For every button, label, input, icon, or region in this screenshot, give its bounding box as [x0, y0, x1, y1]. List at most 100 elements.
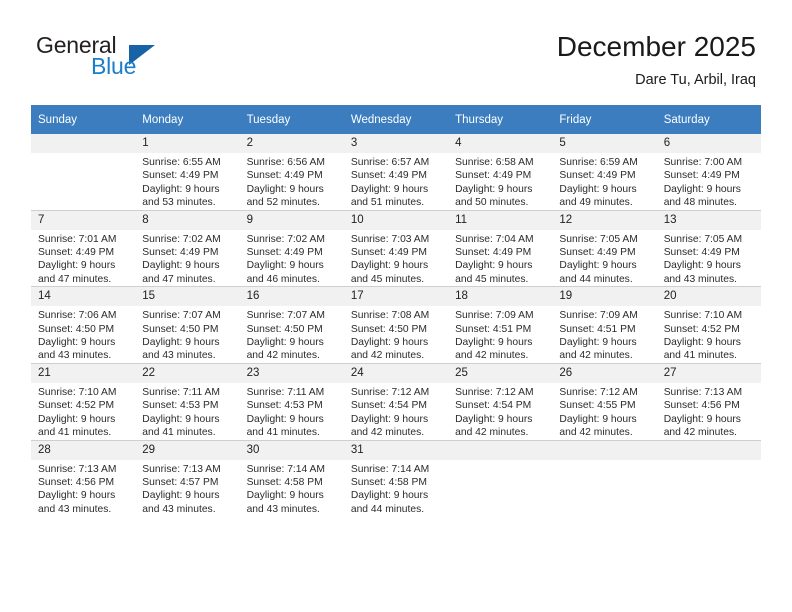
sunset-time: Sunset: 4:49 PM: [350, 247, 427, 259]
sunrise-time: Sunrise: 7:10 AM: [38, 386, 117, 398]
daylight-line-2: and 43 minutes.: [38, 350, 112, 362]
daylight-line-1: Daylight: 9 hours: [350, 183, 429, 195]
weekday-header-wednesday: Wednesday: [343, 105, 449, 134]
day-number: 22: [135, 363, 240, 383]
sunrise-time: Sunrise: 7:04 AM: [455, 233, 534, 245]
calendar-day-cell[interactable]: 10 Sunrise: 7:03 AM Sunset: 4:49 PM Dayligh…: [343, 209, 449, 287]
day-number: 28: [31, 440, 136, 460]
daylight-line-2: and 43 minutes.: [38, 503, 112, 515]
sunrise-time: Sunrise: 7:13 AM: [38, 463, 117, 475]
calendar-day-cell[interactable]: 20 Sunrise: 7:10 AM Sunset: 4:52 PM Dayligh…: [656, 286, 761, 364]
daylight-line-2: and 43 minutes.: [142, 350, 216, 362]
day-details: Sunrise: 6:55 AM Sunset: 4:49 PM Daylight:…: [135, 153, 239, 210]
sunrise-time: Sunrise: 7:03 AM: [350, 233, 430, 245]
calendar-day-cell[interactable]: 13 Sunrise: 7:05 AM Sunset: 4:49 PM Dayligh…: [656, 209, 761, 287]
sunset-time: Sunset: 4:52 PM: [663, 323, 740, 335]
day-details: Sunrise: 7:01 AM Sunset: 4:49 PM Daylight:…: [31, 230, 135, 287]
calendar-day-cell[interactable]: 17 Sunrise: 7:08 AM Sunset: 4:50 PM Dayligh…: [343, 286, 449, 364]
calendar-day-cell[interactable]: 5 Sunrise: 6:59 AM Sunset: 4:49 PM Daylight…: [552, 134, 657, 211]
daylight-line-1: Daylight: 9 hours: [559, 413, 637, 425]
sunrise-time: Sunrise: 7:05 AM: [559, 233, 638, 245]
calendar-day-cell[interactable]: 14 Sunrise: 7:06 AM Sunset: 4:50 PM Dayligh…: [31, 286, 136, 364]
daylight-line-1: Daylight: 9 hours: [38, 337, 116, 349]
calendar-day-cell[interactable]: 4 Sunrise: 6:58 AM Sunset: 4:49 PM Daylight…: [448, 134, 553, 211]
calendar-day-cell[interactable]: 11 Sunrise: 7:04 AM Sunset: 4:49 PM Dayligh…: [448, 209, 553, 287]
calendar-day-cell[interactable]: 7 Sunrise: 7:01 AM Sunset: 4:49 PM Daylight…: [31, 209, 136, 287]
day-details: Sunrise: 7:12 AM Sunset: 4:54 PM Daylight:…: [344, 383, 448, 440]
sunrise-time: Sunrise: 7:07 AM: [246, 310, 325, 322]
calendar-day-cell[interactable]: 28 Sunrise: 7:13 AM Sunset: 4:56 PM Dayligh…: [31, 439, 136, 517]
calendar-day-cell[interactable]: 27 Sunrise: 7:13 AM Sunset: 4:56 PM Dayligh…: [656, 362, 761, 440]
sunset-time: Sunset: 4:54 PM: [455, 400, 532, 412]
daylight-line-2: and 46 minutes.: [246, 273, 320, 285]
calendar-day-cell[interactable]: 21 Sunrise: 7:10 AM Sunset: 4:52 PM Dayligh…: [31, 362, 136, 440]
daylight-line-2: and 42 minutes.: [350, 427, 425, 439]
calendar-day-cell[interactable]: 23 Sunrise: 7:11 AM Sunset: 4:53 PM Dayligh…: [239, 362, 344, 440]
daylight-line-2: and 47 minutes.: [142, 273, 216, 285]
sunset-time: Sunset: 4:49 PM: [246, 170, 323, 182]
day-details: Sunrise: 7:03 AM Sunset: 4:49 PM Daylight:…: [344, 230, 448, 287]
calendar-day-cell[interactable]: 24 Sunrise: 7:12 AM Sunset: 4:54 PM Dayligh…: [343, 362, 449, 440]
day-number: 26: [552, 363, 657, 383]
sunset-time: Sunset: 4:50 PM: [142, 323, 219, 335]
daylight-line-2: and 44 minutes.: [350, 503, 425, 515]
sunrise-time: Sunrise: 7:05 AM: [663, 233, 743, 245]
calendar-day-cell[interactable]: 15 Sunrise: 7:07 AM Sunset: 4:50 PM Dayligh…: [135, 286, 240, 364]
day-number: 20: [656, 287, 761, 307]
sunrise-time: Sunrise: 7:13 AM: [142, 463, 221, 475]
calendar-day-cell[interactable]: 12 Sunrise: 7:05 AM Sunset: 4:49 PM Dayligh…: [552, 209, 657, 287]
daylight-line-2: and 42 minutes.: [350, 350, 425, 362]
calendar-day-cell[interactable]: 3 Sunrise: 6:57 AM Sunset: 4:49 PM Daylight…: [343, 134, 449, 211]
day-details: Sunrise: 7:09 AM Sunset: 4:51 PM Daylight:…: [448, 306, 552, 363]
day-number: 19: [552, 287, 657, 307]
day-number: 24: [343, 363, 449, 383]
daylight-line-1: Daylight: 9 hours: [246, 183, 324, 195]
calendar-day-cell[interactable]: 6 Sunrise: 7:00 AM Sunset: 4:49 PM Daylight…: [656, 134, 761, 211]
general-blue-logo[interactable]: General Blue: [36, 32, 236, 88]
day-number: [448, 440, 553, 460]
calendar-day-cell[interactable]: 19 Sunrise: 7:09 AM Sunset: 4:51 PM Dayligh…: [552, 286, 657, 364]
calendar-day-cell[interactable]: 26 Sunrise: 7:12 AM Sunset: 4:55 PM Dayligh…: [552, 362, 657, 440]
day-number: 5: [552, 134, 657, 153]
calendar-day-cell[interactable]: 22 Sunrise: 7:11 AM Sunset: 4:53 PM Dayligh…: [135, 362, 240, 440]
sunset-time: Sunset: 4:50 PM: [38, 323, 115, 335]
calendar-day-cell[interactable]: 30 Sunrise: 7:14 AM Sunset: 4:58 PM Dayligh…: [239, 439, 344, 517]
calendar-day-cell[interactable]: 1 Sunrise: 6:55 AM Sunset: 4:49 PM Daylight…: [135, 134, 240, 211]
calendar-day-cell[interactable]: 2 Sunrise: 6:56 AM Sunset: 4:49 PM Daylight…: [239, 134, 344, 211]
sunrise-time: Sunrise: 7:08 AM: [350, 310, 430, 322]
day-number: 31: [343, 440, 449, 460]
day-number: 25: [448, 363, 553, 383]
daylight-line-1: Daylight: 9 hours: [663, 183, 741, 195]
daylight-line-1: Daylight: 9 hours: [38, 260, 116, 272]
calendar-day-cell[interactable]: 29 Sunrise: 7:13 AM Sunset: 4:57 PM Dayligh…: [135, 439, 240, 517]
day-details: Sunrise: 6:56 AM Sunset: 4:49 PM Daylight:…: [240, 153, 344, 210]
daylight-line-1: Daylight: 9 hours: [350, 337, 429, 349]
calendar-empty-cell: [31, 134, 136, 211]
daylight-line-2: and 51 minutes.: [350, 197, 425, 209]
calendar-day-cell[interactable]: 9 Sunrise: 7:02 AM Sunset: 4:49 PM Daylight…: [239, 209, 344, 287]
calendar-day-cell[interactable]: 31 Sunrise: 7:14 AM Sunset: 4:58 PM Dayligh…: [343, 439, 449, 517]
sunset-time: Sunset: 4:49 PM: [663, 247, 740, 259]
daylight-line-2: and 45 minutes.: [350, 273, 425, 285]
day-number: 1: [135, 134, 240, 153]
day-details: Sunrise: 7:12 AM Sunset: 4:55 PM Daylight:…: [552, 383, 656, 440]
calendar-day-cell[interactable]: 25 Sunrise: 7:12 AM Sunset: 4:54 PM Dayligh…: [448, 362, 553, 440]
day-number: 6: [656, 134, 761, 153]
day-number: 29: [135, 440, 240, 460]
sunrise-time: Sunrise: 6:56 AM: [246, 157, 325, 168]
calendar-day-cell[interactable]: 8 Sunrise: 7:02 AM Sunset: 4:49 PM Daylight…: [135, 209, 240, 287]
day-details: Sunrise: 6:59 AM Sunset: 4:49 PM Daylight:…: [552, 153, 656, 210]
logo-text-blue: Blue: [91, 53, 137, 79]
daylight-line-2: and 41 minutes.: [38, 427, 112, 439]
sunrise-time: Sunrise: 7:12 AM: [350, 386, 430, 398]
sunset-time: Sunset: 4:49 PM: [38, 247, 115, 259]
calendar-day-cell[interactable]: 18 Sunrise: 7:09 AM Sunset: 4:51 PM Dayligh…: [448, 286, 553, 364]
day-details: Sunrise: 7:05 AM Sunset: 4:49 PM Daylight:…: [657, 230, 761, 287]
day-number: [31, 134, 136, 153]
calendar-day-cell[interactable]: 16 Sunrise: 7:07 AM Sunset: 4:50 PM Dayligh…: [239, 286, 344, 364]
day-details: Sunrise: 7:04 AM Sunset: 4:49 PM Daylight:…: [448, 230, 552, 287]
day-number: 17: [343, 287, 449, 307]
sunset-time: Sunset: 4:50 PM: [246, 323, 323, 335]
daylight-line-1: Daylight: 9 hours: [350, 490, 429, 502]
page-header: General Blue December 2025 Dare Tu, Arbi…: [0, 0, 792, 100]
